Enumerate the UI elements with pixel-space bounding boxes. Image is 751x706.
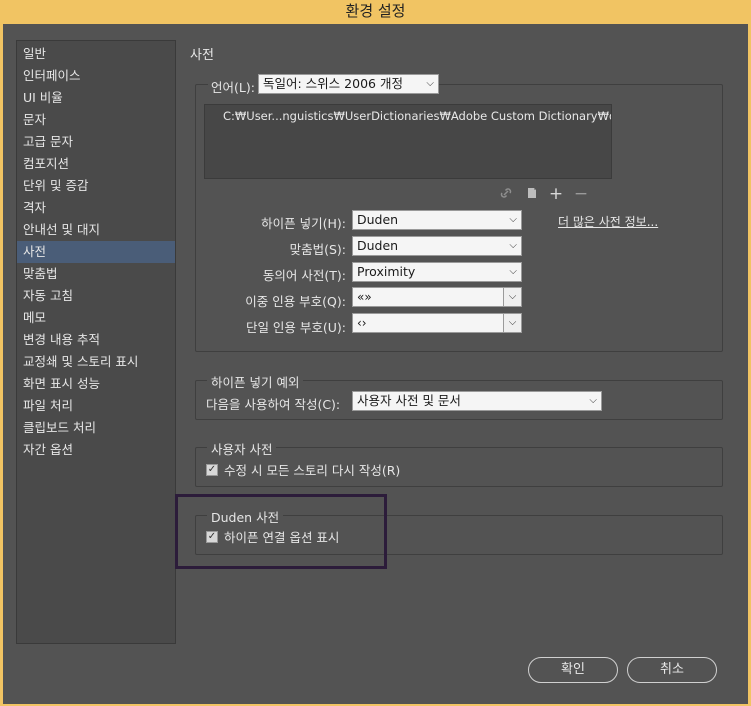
sidebar-item-notes[interactable]: 메모 [17, 307, 175, 329]
recompose-checkbox-row[interactable]: ✓ 수정 시 모든 스토리 다시 작성(R) [206, 460, 400, 479]
cancel-button[interactable]: 취소 [627, 657, 717, 683]
more-dictionaries-link[interactable]: 더 많은 사전 정보... [558, 213, 658, 230]
hyphenation-label: 하이픈 넣기(H): [261, 216, 346, 231]
sidebar-item-interface[interactable]: 인터페이스 [17, 65, 175, 87]
chevron-down-icon: ⌵ [509, 214, 517, 225]
sidebar-item-autocorrect[interactable]: 자동 고침 [17, 285, 175, 307]
highlight-box [175, 494, 387, 569]
window-title: 환경 설정 [0, 0, 751, 24]
language-select-value: 독일어: 스위스 2006 개정 [263, 76, 403, 91]
ok-button[interactable]: 확인 [528, 657, 618, 683]
thesaurus-select-value: Proximity [357, 264, 416, 279]
compose-using-label: 다음을 사용하여 작성(C): [206, 397, 341, 412]
category-sidebar: 일반 인터페이스 UI 비율 문자 고급 문자 컴포지션 단위 및 증감 격자 … [16, 40, 176, 644]
sidebar-item-units[interactable]: 단위 및 증감 [17, 175, 175, 197]
thesaurus-label: 동의어 사전(T): [262, 268, 346, 283]
sidebar-item-grids[interactable]: 격자 [17, 197, 175, 219]
user-dictionary-legend: 사용자 사전 [207, 439, 277, 458]
section-title: 사전 [190, 48, 214, 63]
language-select[interactable]: 독일어: 스위스 2006 개정 ⌵ [258, 74, 439, 94]
chevron-down-icon[interactable]: ⌵ [503, 314, 521, 332]
sidebar-item-dictionary[interactable]: 사전 [17, 241, 175, 263]
chevron-down-icon: ⌵ [509, 240, 517, 251]
compose-using-value: 사용자 사전 및 문서 [357, 393, 461, 408]
hyphenation-select-value: Duden [357, 212, 399, 227]
sidebar-item-track-changes[interactable]: 변경 내용 추적 [17, 329, 175, 351]
sidebar-item-advanced-type[interactable]: 고급 문자 [17, 131, 175, 153]
recompose-label: 수정 시 모든 스토리 다시 작성(R) [224, 463, 401, 478]
sidebar-item-kerning[interactable]: 자간 옵션 [17, 439, 175, 461]
chevron-down-icon: ⌵ [426, 78, 434, 89]
single-quotes-combo[interactable]: ‹› ⌵ [352, 313, 522, 333]
sidebar-item-composition[interactable]: 컴포지션 [17, 153, 175, 175]
double-quotes-combo[interactable]: «» ⌵ [352, 287, 522, 307]
hyphenation-exceptions-legend: 하이픈 넣기 예외 [207, 372, 304, 391]
recompose-checkbox[interactable]: ✓ [206, 463, 218, 476]
sidebar-item-display-performance[interactable]: 화면 표시 성능 [17, 373, 175, 395]
hyphenation-select[interactable]: Duden ⌵ [352, 210, 522, 230]
spelling-label: 맞춤법(S): [289, 242, 346, 257]
language-label: 언어(L): [208, 77, 258, 96]
single-quotes-label: 단일 인용 부호(U): [245, 320, 346, 335]
sidebar-item-ui-scaling[interactable]: UI 비율 [17, 87, 175, 109]
dictionary-list[interactable]: C:₩User...nguistics₩UserDictionaries₩Ado… [204, 104, 612, 179]
minus-icon[interactable]: − [573, 186, 589, 203]
compose-using-select[interactable]: 사용자 사전 및 문서 ⌵ [352, 391, 602, 411]
sidebar-item-story-editor[interactable]: 교정쇄 및 스토리 표시 [17, 351, 175, 373]
double-quotes-value: «» [357, 290, 372, 304]
spelling-select[interactable]: Duden ⌵ [352, 236, 522, 256]
list-item[interactable]: C:₩User...nguistics₩UserDictionaries₩Ado… [205, 105, 611, 127]
sidebar-item-clipboard[interactable]: 클립보드 처리 [17, 417, 175, 439]
single-quotes-value: ‹› [357, 316, 367, 330]
chevron-down-icon: ⌵ [509, 266, 517, 277]
sidebar-item-guides[interactable]: 안내선 및 대지 [17, 219, 175, 241]
sidebar-item-file-handling[interactable]: 파일 처리 [17, 395, 175, 417]
spelling-select-value: Duden [357, 238, 399, 253]
sidebar-item-general[interactable]: 일반 [17, 43, 175, 65]
sidebar-item-spelling[interactable]: 맞춤법 [17, 263, 175, 285]
plus-icon[interactable]: + [548, 186, 564, 203]
new-document-icon[interactable] [524, 186, 540, 202]
link-icon[interactable] [498, 186, 514, 202]
double-quotes-label: 이중 인용 부호(Q): [245, 294, 346, 309]
chevron-down-icon[interactable]: ⌵ [503, 288, 521, 306]
thesaurus-select[interactable]: Proximity ⌵ [352, 262, 522, 282]
sidebar-item-type[interactable]: 문자 [17, 109, 175, 131]
window-frame-left [0, 24, 3, 706]
chevron-down-icon: ⌵ [589, 395, 597, 406]
